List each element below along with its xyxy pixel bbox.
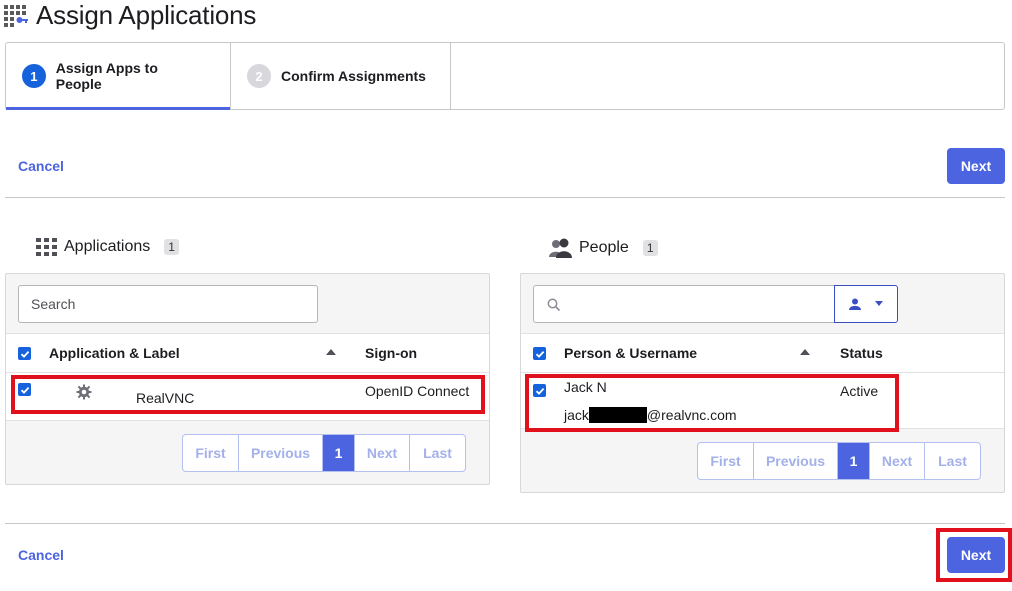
- column-header-person[interactable]: Person & Username: [564, 345, 697, 361]
- page-header: Assign Applications: [4, 0, 256, 30]
- people-table-header: Person & Username Status: [521, 333, 1004, 373]
- pager-next-button[interactable]: Next: [355, 435, 410, 471]
- divider: [5, 197, 1005, 198]
- chevron-down-icon: [875, 301, 883, 306]
- pager-first-button[interactable]: First: [183, 435, 239, 471]
- cancel-button-top[interactable]: Cancel: [18, 158, 64, 174]
- person-icon: [849, 298, 861, 310]
- applications-title: Applications: [64, 238, 151, 255]
- applications-search-input[interactable]: [18, 285, 318, 323]
- people-filter-dropdown[interactable]: [834, 285, 898, 323]
- sort-asc-icon[interactable]: [800, 349, 810, 355]
- pager-last-button[interactable]: Last: [410, 435, 465, 471]
- pager-page-1[interactable]: 1: [323, 435, 355, 471]
- people-title: People: [579, 239, 629, 256]
- step-number: 2: [247, 64, 271, 88]
- column-header-sign-on[interactable]: Sign-on: [365, 345, 417, 361]
- people-search-input[interactable]: [533, 285, 835, 323]
- wizard-step-assign-apps[interactable]: 1 Assign Apps to People: [6, 43, 231, 110]
- step-label: Confirm Assignments: [281, 68, 426, 84]
- select-all-checkbox[interactable]: [533, 347, 546, 360]
- next-button-top[interactable]: Next: [947, 148, 1005, 184]
- applications-count-badge: 1: [164, 239, 179, 255]
- select-all-checkbox[interactable]: [18, 347, 31, 360]
- pager-next-button[interactable]: Next: [870, 443, 925, 479]
- wizard-steps: 1 Assign Apps to People 2 Confirm Assign…: [5, 42, 1005, 110]
- wizard-step-confirm[interactable]: 2 Confirm Assignments: [231, 43, 451, 109]
- step-label: Assign Apps to People: [55, 60, 158, 92]
- applications-pagination: First Previous 1 Next Last: [182, 434, 466, 472]
- people-pagination: First Previous 1 Next Last: [697, 442, 981, 480]
- pager-previous-button[interactable]: Previous: [754, 443, 838, 479]
- pager-previous-button[interactable]: Previous: [239, 435, 323, 471]
- pager-first-button[interactable]: First: [698, 443, 754, 479]
- next-button-bottom[interactable]: Next: [947, 537, 1005, 573]
- people-count-badge: 1: [642, 240, 658, 256]
- apps-key-icon: [4, 3, 28, 27]
- applications-header: Applications 1: [36, 238, 179, 256]
- highlight-box-person: [525, 374, 899, 432]
- pager-page-1[interactable]: 1: [838, 443, 870, 479]
- sort-asc-icon[interactable]: [326, 349, 336, 355]
- check-icon: [20, 350, 29, 358]
- step-number: 1: [22, 64, 46, 88]
- pager-last-button[interactable]: Last: [925, 443, 980, 479]
- applications-table-header: Application & Label Sign-on: [6, 333, 489, 373]
- cancel-button-bottom[interactable]: Cancel: [18, 547, 64, 563]
- search-icon: [547, 298, 561, 312]
- column-header-application[interactable]: Application & Label: [49, 345, 180, 361]
- divider: [5, 523, 1005, 524]
- highlight-box-application: [11, 375, 485, 414]
- page-title: Assign Applications: [36, 0, 257, 30]
- check-icon: [535, 350, 544, 358]
- people-header: People 1: [549, 238, 658, 258]
- grid-icon: [36, 238, 57, 256]
- people-icon: [549, 238, 572, 258]
- column-header-status[interactable]: Status: [840, 345, 883, 361]
